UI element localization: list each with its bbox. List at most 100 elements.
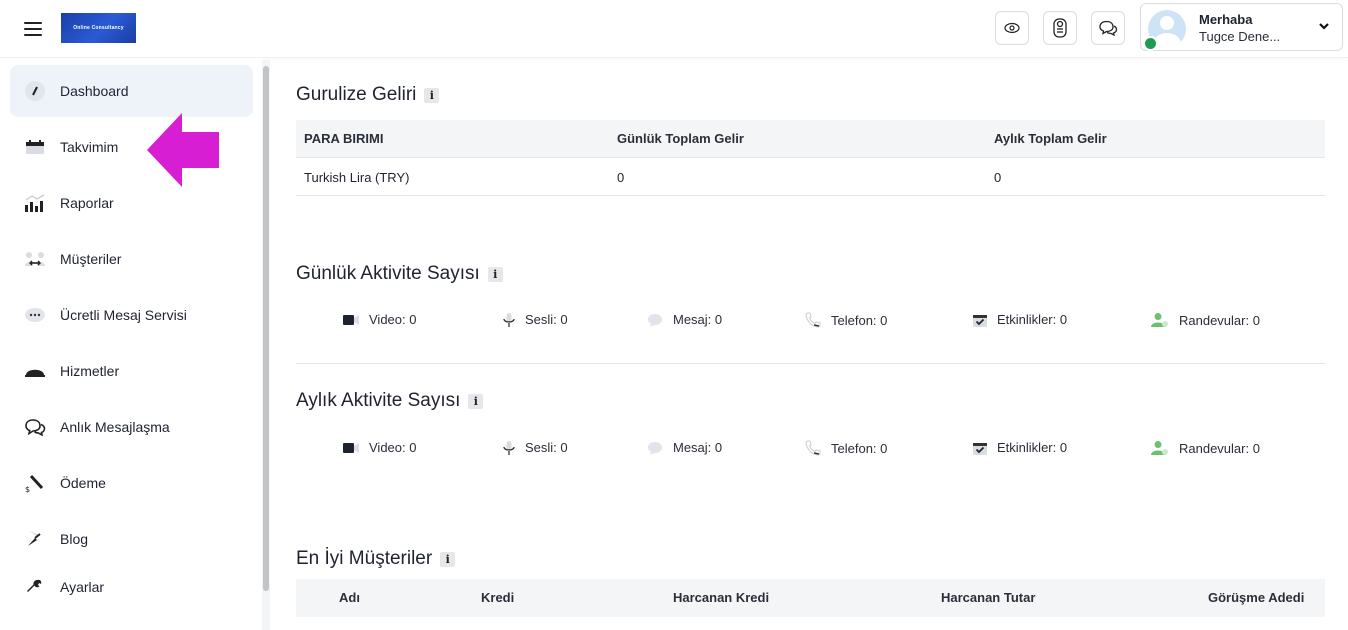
logo[interactable]: Online Consultancy xyxy=(61,13,136,43)
chat-icon xyxy=(1099,20,1118,36)
messages-button[interactable] xyxy=(1091,11,1125,45)
sidebar-item-label: Ücretli Mesaj Servisi xyxy=(60,307,187,323)
info-icon[interactable]: i xyxy=(424,87,440,103)
table-cell: 0 xyxy=(994,170,1002,185)
online-status-indicator xyxy=(1143,36,1158,51)
section-title-text: En İyi Müşteriler xyxy=(296,548,433,569)
sidebar-item-musteriler[interactable]: Müşteriler xyxy=(10,233,253,285)
column-header: Harcanan Kredi xyxy=(673,590,770,605)
top-bar: Online Consultancy Merhaba Tugce Dene... xyxy=(0,0,1348,58)
info-icon[interactable]: i xyxy=(440,551,456,567)
speech-bubble-icon xyxy=(648,313,662,326)
users-icon xyxy=(22,248,48,270)
daily-events-count: Etkinlikler: 0 xyxy=(973,312,1067,327)
table-cell: Turkish Lira (TRY) xyxy=(304,170,410,185)
username-text: Tugce Dene... xyxy=(1199,29,1281,44)
column-header: Adı xyxy=(339,590,360,605)
monthly-appointments-count: Randevular: 0 xyxy=(1151,440,1260,456)
hamburger-menu-icon[interactable] xyxy=(24,22,42,36)
user-menu[interactable]: Merhaba Tugce Dene... xyxy=(1140,3,1343,51)
logo-text: Online Consultancy xyxy=(73,25,124,31)
monthly-activity-title: Aylık Aktivite Sayısı i xyxy=(296,390,484,412)
scrollbar-thumb[interactable] xyxy=(263,66,269,591)
user-appointment-icon xyxy=(1151,441,1168,455)
video-icon xyxy=(343,442,359,453)
sidebar-item-label: Blog xyxy=(60,531,89,547)
table-cell: 0 xyxy=(617,170,625,185)
sidebar-item-ayarlar[interactable]: Ayarlar xyxy=(10,561,253,613)
preview-button[interactable] xyxy=(995,11,1029,45)
sidebar-scrollbar[interactable] xyxy=(262,60,270,630)
monthly-phone-count: Telefon: 0 xyxy=(805,440,887,456)
column-header: PARA BIRIMI xyxy=(304,131,384,146)
wrench-icon xyxy=(22,576,48,598)
toggle-button[interactable] xyxy=(1043,11,1077,45)
sidebar-item-hizmetler[interactable]: Hizmetler xyxy=(10,345,253,397)
sidebar-item-label: Dashboard xyxy=(60,83,129,99)
sidebar-item-blog[interactable]: Blog xyxy=(10,513,253,565)
daily-voice-count: Sesli: 0 xyxy=(503,312,568,327)
phone-icon xyxy=(805,312,821,328)
svg-text:$: $ xyxy=(25,485,30,493)
daily-activity-title: Günlük Aktivite Sayısı i xyxy=(296,263,503,285)
dome-icon xyxy=(22,360,48,382)
pen-icon xyxy=(22,528,48,550)
section-title-text: Günlük Aktivite Sayısı xyxy=(296,263,480,284)
column-header: Harcanan Tutar xyxy=(941,590,1036,605)
income-table-header: PARA BIRIMI Günlük Toplam Gelir Aylık To… xyxy=(296,120,1325,158)
top-customers-title: En İyi Müşteriler i xyxy=(296,548,456,570)
sidebar-item-label: Anlık Mesajlaşma xyxy=(60,419,170,435)
daily-video-count: Video: 0 xyxy=(343,312,416,327)
annotation-arrow xyxy=(147,113,219,187)
main-content: Gurulize Geliri i PARA BIRIMI Günlük Top… xyxy=(275,58,1348,630)
sidebar-item-odeme[interactable]: $ Ödeme xyxy=(10,457,253,509)
divider xyxy=(296,363,1325,364)
microphone-icon xyxy=(503,312,515,327)
message-dots-icon xyxy=(22,304,48,326)
sidebar-item-label: Ayarlar xyxy=(60,579,105,595)
calendar-icon xyxy=(22,136,48,158)
sidebar-item-ucretli-mesaj[interactable]: Ücretli Mesaj Servisi xyxy=(10,289,253,341)
monthly-events-count: Etkinlikler: 0 xyxy=(973,440,1067,455)
section-title-text: Gurulize Geliri xyxy=(296,84,417,105)
section-title-text: Aylık Aktivite Sayısı xyxy=(296,390,461,411)
daily-appointments-count: Randevular: 0 xyxy=(1151,312,1260,328)
speech-bubble-icon xyxy=(648,441,662,454)
calendar-check-icon xyxy=(973,314,987,327)
bar-chart-icon xyxy=(22,192,48,214)
sidebar-item-label: Takvimim xyxy=(60,139,119,155)
column-header: Aylık Toplam Gelir xyxy=(994,131,1107,146)
sidebar: Dashboard Takvimim Raporlar Müşteriler Ü… xyxy=(0,58,262,630)
payment-icon: $ xyxy=(22,472,48,494)
gauge-icon xyxy=(22,80,48,102)
sidebar-item-label: Ödeme xyxy=(60,475,106,491)
calendar-check-icon xyxy=(973,442,987,455)
info-icon[interactable]: i xyxy=(468,393,484,409)
sidebar-item-dashboard[interactable]: Dashboard xyxy=(10,65,253,117)
user-appointment-icon xyxy=(1151,313,1168,327)
income-section-title: Gurulize Geliri i xyxy=(296,84,440,106)
divider xyxy=(296,157,1325,158)
info-icon[interactable]: i xyxy=(487,266,503,282)
daily-phone-count: Telefon: 0 xyxy=(805,312,887,328)
sidebar-item-label: Hizmetler xyxy=(60,363,120,379)
greeting-text: Merhaba xyxy=(1199,12,1253,27)
column-header: Kredi xyxy=(481,590,515,605)
column-header: Görüşme Adedi xyxy=(1208,590,1305,605)
chat-bubbles-icon xyxy=(22,416,48,438)
eye-icon xyxy=(1004,22,1020,34)
monthly-message-count: Mesaj: 0 xyxy=(647,440,722,455)
column-header: Günlük Toplam Gelir xyxy=(617,131,744,146)
chevron-down-icon xyxy=(1319,23,1329,30)
divider xyxy=(296,195,1325,196)
sidebar-item-label: Raporlar xyxy=(60,195,114,211)
monthly-video-count: Video: 0 xyxy=(343,440,416,455)
sidebar-item-label: Müşteriler xyxy=(60,251,122,267)
sidebar-item-anlik-mesajlasma[interactable]: Anlık Mesajlaşma xyxy=(10,401,253,453)
toggle-icon xyxy=(1053,18,1067,38)
daily-message-count: Mesaj: 0 xyxy=(647,312,722,327)
video-icon xyxy=(343,314,359,325)
top-customers-table-header: Adı Kredi Harcanan Kredi Harcanan Tutar … xyxy=(296,579,1325,617)
monthly-voice-count: Sesli: 0 xyxy=(503,440,568,455)
microphone-icon xyxy=(503,440,515,455)
